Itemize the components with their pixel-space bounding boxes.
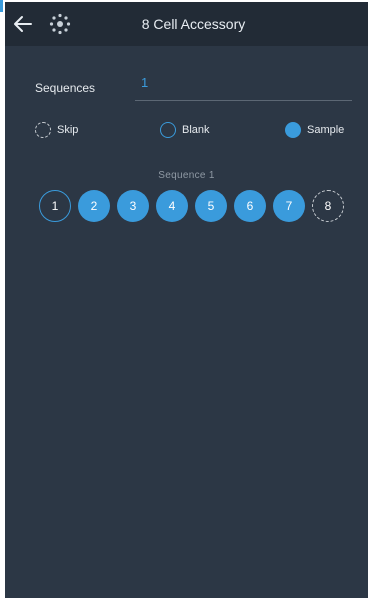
skip-circle-icon xyxy=(35,122,51,138)
cell-1-button[interactable]: 1 xyxy=(39,190,71,222)
left-accent-bar xyxy=(0,0,3,12)
cell-5-button[interactable]: 5 xyxy=(195,190,227,222)
cell-row: 1 2 3 4 5 6 7 8 xyxy=(39,190,349,224)
legend-blank-label: Blank xyxy=(182,124,210,136)
sequences-input-value: 1 xyxy=(141,75,149,90)
cell-6-button[interactable]: 6 xyxy=(234,190,266,222)
legend-sample-label: Sample xyxy=(307,124,345,136)
legend-blank[interactable]: Blank xyxy=(160,120,210,140)
sequences-label: Sequences xyxy=(35,81,96,95)
app-bar: 8 Cell Accessory xyxy=(5,2,368,46)
cell-2-button[interactable]: 2 xyxy=(78,190,110,222)
blank-circle-icon xyxy=(160,122,176,138)
sequence-caption: Sequence 1 xyxy=(158,170,215,181)
cell-7-button[interactable]: 7 xyxy=(273,190,305,222)
app-title: 8 Cell Accessory xyxy=(141,16,246,32)
cell-3-button[interactable]: 3 xyxy=(117,190,149,222)
legend-skip-label: Skip xyxy=(57,124,79,136)
sample-circle-icon xyxy=(285,122,301,138)
legend-sample[interactable]: Sample xyxy=(285,120,344,140)
app-screen: 8 Cell Accessory Sequences 1 Skip Blank … xyxy=(5,2,368,598)
legend-skip[interactable]: Skip xyxy=(35,120,78,140)
sequences-input[interactable]: 1 xyxy=(135,70,352,101)
cell-4-button[interactable]: 4 xyxy=(156,190,188,222)
cell-8-button[interactable]: 8 xyxy=(312,190,344,222)
